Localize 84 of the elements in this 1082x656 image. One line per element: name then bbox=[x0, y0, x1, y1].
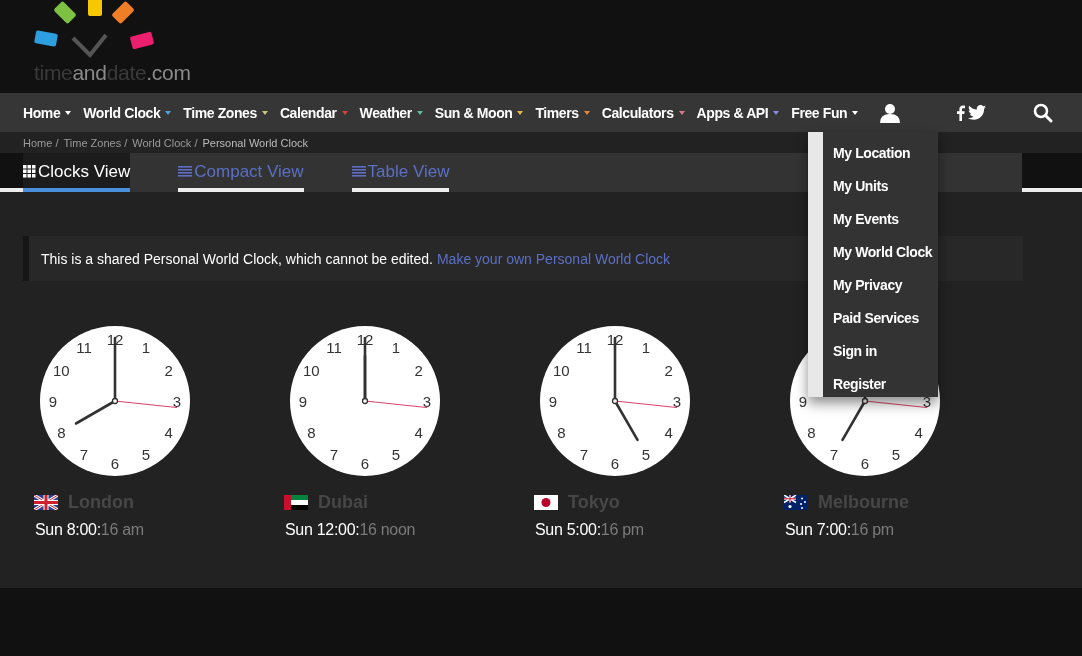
dial-number: 6 bbox=[360, 454, 370, 472]
nav-link[interactable]: Calculators bbox=[601, 104, 685, 121]
dial-number: 11 bbox=[326, 338, 342, 356]
dial-number: 8 bbox=[57, 423, 66, 441]
dial-number: 5 bbox=[891, 446, 901, 464]
dial-number: 4 bbox=[914, 423, 923, 441]
local-time: Sun 5:00:16 pm bbox=[535, 521, 645, 539]
list-icon bbox=[178, 165, 193, 178]
nav-link[interactable]: Sun & Moon bbox=[434, 104, 524, 121]
dial-number: 3 bbox=[422, 392, 432, 410]
nav-link[interactable]: Apps & API bbox=[696, 104, 780, 121]
dial-number: 9 bbox=[798, 392, 808, 410]
dial-number: 4 bbox=[414, 423, 423, 441]
dial-number: 4 bbox=[664, 423, 673, 441]
breadcrumb-link[interactable]: Home / bbox=[23, 136, 59, 149]
dial-number: 6 bbox=[860, 454, 870, 472]
flag-icon bbox=[784, 495, 808, 510]
flag-icon bbox=[534, 495, 558, 510]
dial-number: 11 bbox=[76, 338, 92, 356]
dial-number: 4 bbox=[164, 423, 173, 441]
menu-item[interactable]: Paid Services bbox=[823, 301, 938, 334]
hand-pivot bbox=[611, 397, 619, 405]
hand-pivot bbox=[111, 397, 119, 405]
dial-number: 10 bbox=[302, 361, 320, 379]
dial-number: 2 bbox=[164, 361, 173, 379]
dial-number: 12 bbox=[356, 330, 374, 348]
grid-icon bbox=[23, 165, 36, 178]
dial-number: 7 bbox=[579, 446, 589, 464]
breadcrumb-link[interactable]: Time Zones / bbox=[63, 136, 128, 149]
nav-link[interactable]: World Clock bbox=[83, 104, 172, 121]
menu-item[interactable]: My Units bbox=[823, 169, 938, 202]
search-icon[interactable] bbox=[1033, 102, 1054, 123]
dial-number: 7 bbox=[329, 446, 339, 464]
dial-number: 5 bbox=[391, 446, 401, 464]
dial-number: 2 bbox=[414, 361, 423, 379]
menu-item[interactable]: My Privacy bbox=[823, 268, 938, 301]
dial-number: 10 bbox=[552, 361, 570, 379]
menu-item[interactable]: My World Clock bbox=[823, 235, 938, 268]
menu-item[interactable]: My Events bbox=[823, 202, 938, 235]
dial-number: 7 bbox=[829, 446, 839, 464]
breadcrumb-link[interactable]: World Clock / bbox=[132, 136, 198, 149]
menu-item[interactable]: My Location bbox=[823, 136, 938, 169]
user-icon[interactable] bbox=[880, 102, 901, 123]
local-time: Sun 7:00:16 pm bbox=[785, 521, 895, 539]
local-time: Sun 12:00:16 noon bbox=[285, 521, 417, 539]
dial-number: 8 bbox=[307, 423, 316, 441]
dial-number: 9 bbox=[548, 392, 558, 410]
breadcrumb-link[interactable]: Personal World Clock bbox=[202, 136, 308, 149]
nav-link[interactable]: Free Fun bbox=[791, 104, 859, 121]
dial-number: 6 bbox=[110, 454, 120, 472]
dial-number: 9 bbox=[48, 392, 58, 410]
dial-number: 5 bbox=[641, 446, 651, 464]
dial-number: 3 bbox=[672, 392, 682, 410]
nav-link[interactable]: Time Zones bbox=[183, 104, 268, 121]
dial-number: 10 bbox=[52, 361, 70, 379]
dial-number: 8 bbox=[557, 423, 566, 441]
nav-link[interactable]: Calendar bbox=[279, 104, 348, 121]
dial-number: 1 bbox=[141, 338, 151, 356]
view-tab[interactable]: Clocks View bbox=[23, 153, 131, 192]
dial-number: 2 bbox=[664, 361, 673, 379]
dial-number: 6 bbox=[610, 454, 620, 472]
dial-number: 3 bbox=[172, 392, 182, 410]
dial-number: 11 bbox=[576, 338, 592, 356]
hand-pivot bbox=[361, 397, 369, 405]
flag-icon bbox=[34, 495, 58, 510]
dial-number: 1 bbox=[391, 338, 401, 356]
dial-number: 8 bbox=[807, 423, 816, 441]
dial-number: 3 bbox=[922, 392, 932, 410]
nav-link[interactable]: Home bbox=[23, 104, 72, 121]
facebook-icon[interactable] bbox=[957, 104, 966, 121]
dial-number: 12 bbox=[106, 330, 124, 348]
nav-link[interactable]: Timers bbox=[535, 104, 590, 121]
bird-icon[interactable] bbox=[968, 105, 987, 120]
menu-item[interactable]: Sign in bbox=[823, 334, 938, 367]
local-time: Sun 8:00:16 am bbox=[35, 521, 145, 539]
flag-icon bbox=[284, 495, 308, 510]
dial-number: 9 bbox=[298, 392, 308, 410]
nav-link[interactable]: Weather bbox=[359, 104, 423, 121]
dial-number: 12 bbox=[606, 330, 624, 348]
dial-number: 1 bbox=[641, 338, 651, 356]
dial-number: 5 bbox=[141, 446, 151, 464]
dial-number: 7 bbox=[79, 446, 89, 464]
notice-text: This is a shared Personal World Clock, which cannot be edited. bbox=[41, 250, 433, 267]
list-icon bbox=[351, 165, 366, 178]
